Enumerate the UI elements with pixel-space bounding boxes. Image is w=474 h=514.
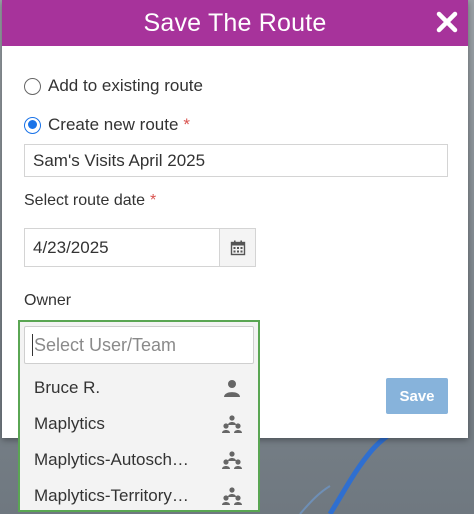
add-existing-option[interactable]: Add to existing route <box>24 76 203 96</box>
route-date-label: Select route date <box>24 192 145 209</box>
owner-option-label: Maplytics-Autosch… <box>34 450 189 469</box>
team-icon <box>222 451 242 469</box>
owner-option-maplytics-territory[interactable]: Maplytics-Territory… <box>20 478 257 514</box>
route-name-input[interactable]: Sam's Visits April 2025 <box>24 144 448 177</box>
dialog-title: Save The Route <box>143 8 327 37</box>
owner-label: Owner <box>24 292 72 309</box>
calendar-button[interactable] <box>219 229 255 266</box>
owner-list: Bruce R. Maplytics Maplytics-Autosch… Ma… <box>20 370 257 514</box>
add-existing-label: Add to existing route <box>48 76 203 95</box>
required-marker: * <box>183 115 191 134</box>
team-icon <box>222 415 242 433</box>
add-existing-radio[interactable] <box>24 77 41 95</box>
close-icon[interactable] <box>434 9 460 35</box>
text-caret <box>32 333 33 356</box>
owner-dropdown: Select User/Team Bruce R. Maplytics Mapl… <box>18 320 260 512</box>
team-icon <box>222 487 242 505</box>
owner-option-label: Maplytics <box>34 414 105 433</box>
create-new-radio[interactable] <box>24 116 41 134</box>
route-date-label-row: Select route date * <box>24 192 156 210</box>
owner-search-placeholder: Select User/Team <box>34 335 177 355</box>
owner-option-label: Bruce R. <box>34 378 101 397</box>
create-new-option[interactable]: Create new route * <box>24 115 190 135</box>
save-button[interactable]: Save <box>386 378 448 414</box>
create-new-label: Create new route <box>48 115 179 134</box>
required-marker: * <box>149 192 157 209</box>
dialog-header: Save The Route <box>2 0 468 46</box>
calendar-icon <box>230 240 245 255</box>
owner-search-input[interactable]: Select User/Team <box>24 326 254 364</box>
route-date-field: 4/23/2025 <box>24 228 256 267</box>
owner-option-maplytics[interactable]: Maplytics <box>20 406 257 442</box>
owner-option-bruce[interactable]: Bruce R. <box>20 370 257 406</box>
owner-option-label: Maplytics-Territory… <box>34 486 189 505</box>
route-date-input[interactable]: 4/23/2025 <box>25 229 219 266</box>
owner-option-maplytics-autoscheduling[interactable]: Maplytics-Autosch… <box>20 442 257 478</box>
user-icon <box>224 380 240 397</box>
